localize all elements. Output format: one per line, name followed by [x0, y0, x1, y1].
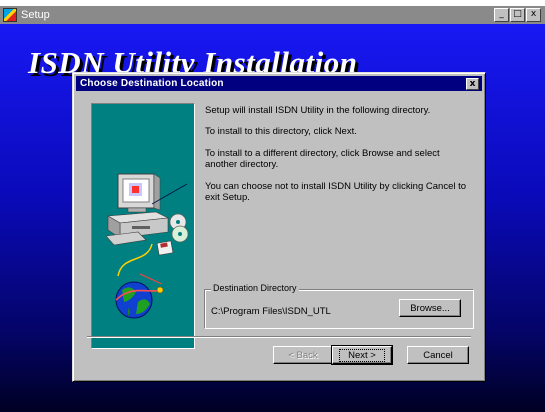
- back-button[interactable]: < Back: [273, 346, 333, 364]
- message-click-browse: To install to a different directory, cli…: [205, 148, 440, 170]
- dialog-title: Choose Destination Location: [80, 78, 224, 89]
- cd-disc-icon: [169, 213, 189, 243]
- computer-icon: [105, 173, 170, 277]
- message-install-directory: Setup will install ISDN Utility in the f…: [205, 105, 431, 116]
- maximize-button[interactable]: □: [510, 8, 525, 22]
- globe-icon: [115, 281, 164, 319]
- browse-button[interactable]: Browse...: [399, 299, 461, 317]
- setup-window: Setup _ □ x ISDN Utility Installation Ch…: [0, 0, 545, 412]
- window-controls: _ □ x: [494, 8, 541, 22]
- close-button[interactable]: x: [526, 8, 541, 22]
- floppy-disk-icon: [156, 240, 174, 256]
- setup-window-title: Setup: [21, 9, 50, 21]
- illustration-svg: [105, 173, 189, 319]
- cancel-button[interactable]: Cancel: [407, 346, 469, 364]
- dialog-title-bar[interactable]: Choose Destination Location x: [76, 76, 482, 91]
- message-click-next: To install to this directory, click Next…: [205, 126, 357, 137]
- minimize-button[interactable]: _: [494, 8, 509, 22]
- next-button-label: Next >: [339, 349, 385, 362]
- choose-destination-dialog: Choose Destination Location x Setup will…: [72, 72, 486, 382]
- message-click-cancel: You can choose not to install ISDN Utili…: [205, 181, 467, 203]
- destination-directory-label: Destination Directory: [211, 283, 299, 293]
- setup-illustration: [91, 103, 195, 349]
- dialog-close-button[interactable]: x: [466, 78, 479, 90]
- next-button[interactable]: Next >: [331, 345, 393, 365]
- destination-path: C:\Program Files\ISDN_UTL: [211, 306, 331, 317]
- setup-app-icon: [3, 8, 17, 22]
- setup-title-bar[interactable]: Setup _ □ x: [0, 6, 545, 24]
- button-separator: [87, 336, 471, 338]
